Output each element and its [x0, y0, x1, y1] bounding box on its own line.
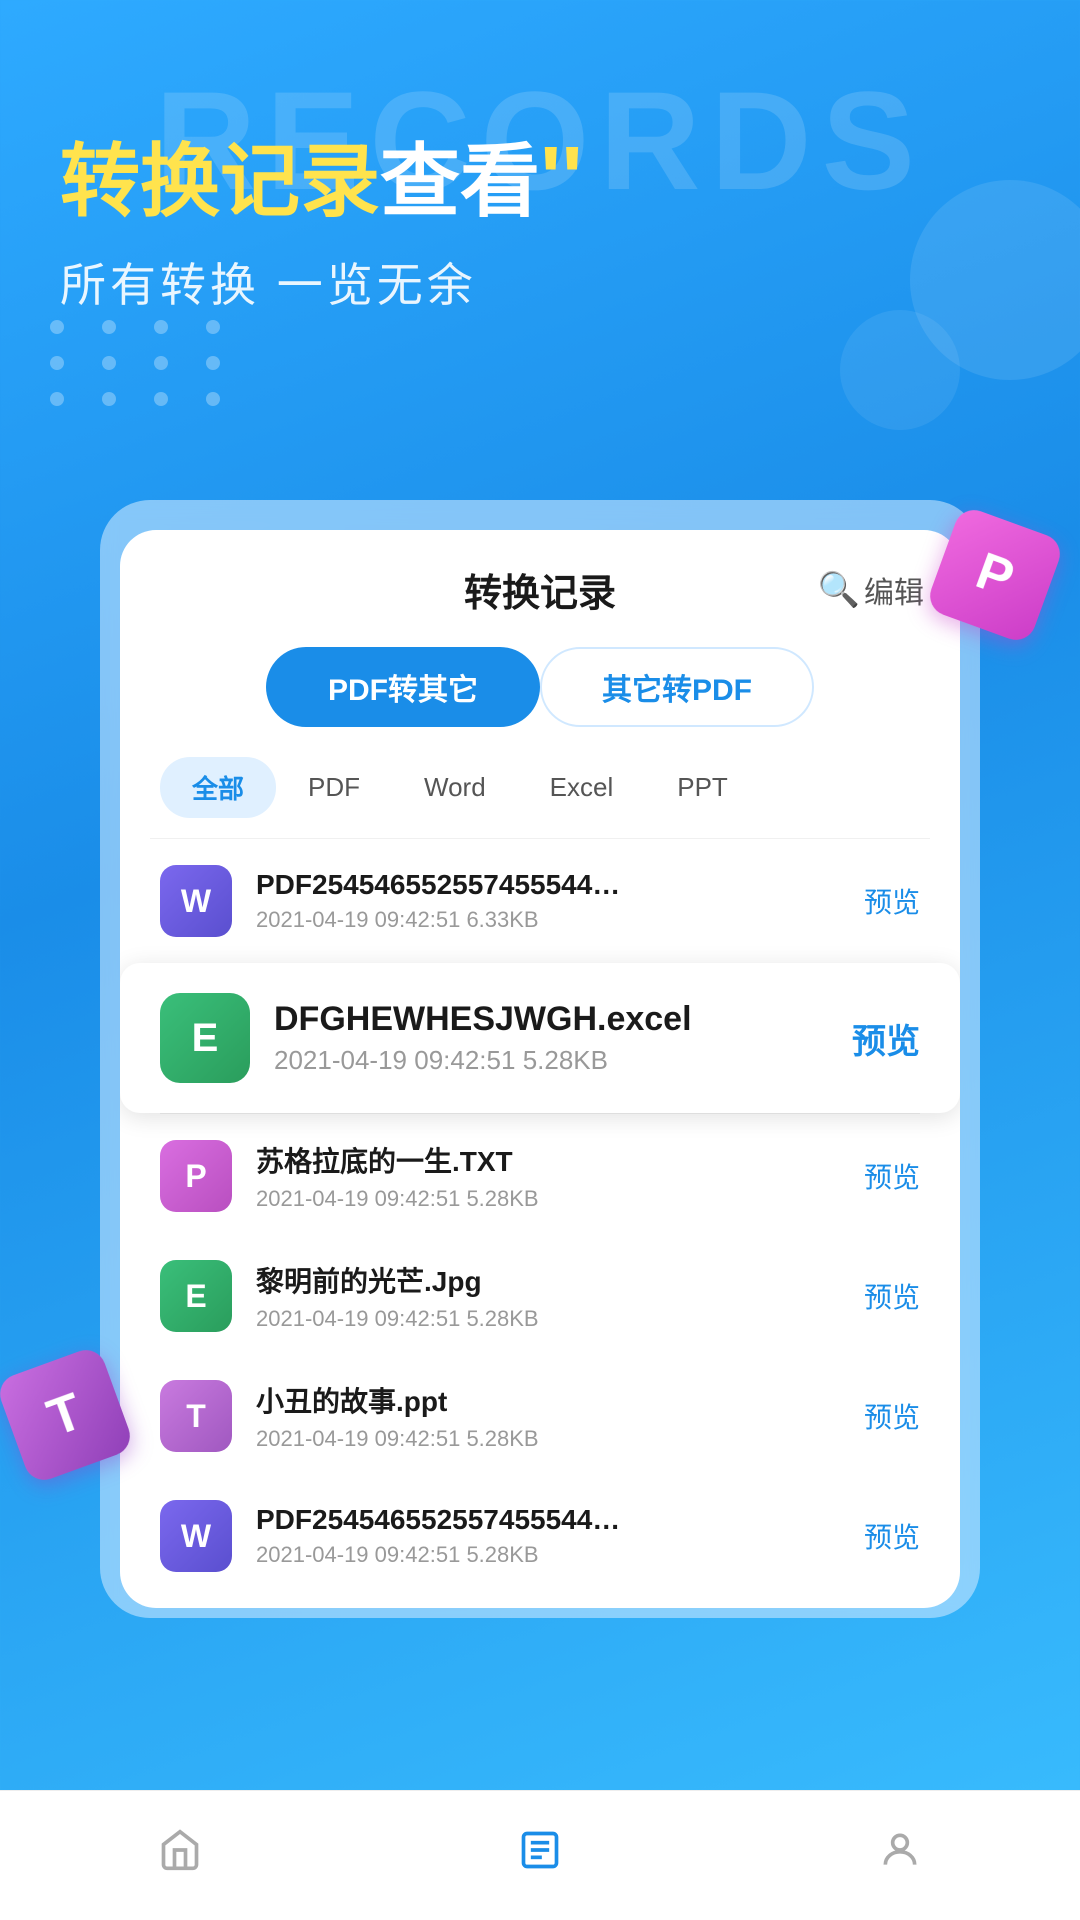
- title-white: 查看: [380, 137, 540, 226]
- phone-card-wrap: 转换记录 🔍 编辑 PDF转其它 其它转PDF 全部 PDF Word Exce…: [100, 500, 980, 1618]
- file-item-5[interactable]: T 小丑的故事.ppt 2021-04-19 09:42:51 5.28KB 预…: [130, 1358, 950, 1474]
- file-info-6: PDF254546552557455544… 2021-04-19 09:42:…: [256, 1504, 864, 1568]
- home-icon: [158, 1828, 202, 1883]
- file-info-2: DFGHEWHESJWGH.excel 2021-04-19 09:42:51 …: [274, 1000, 852, 1076]
- file-item-6[interactable]: W PDF254546552557455544… 2021-04-19 09:4…: [130, 1478, 950, 1594]
- preview-btn-4[interactable]: 预览: [864, 1276, 920, 1316]
- card-title: 转换记录: [464, 562, 616, 617]
- deco-circle-2: [840, 310, 960, 430]
- filter-row: 全部 PDF Word Excel PPT: [120, 747, 960, 838]
- file-icon-excel-2: E: [160, 993, 250, 1083]
- file-meta-1: 2021-04-19 09:42:51 6.33KB: [256, 907, 864, 933]
- filter-excel[interactable]: Excel: [518, 760, 646, 815]
- filter-pdf[interactable]: PDF: [276, 760, 392, 815]
- file-meta-3: 2021-04-19 09:42:51 5.28KB: [256, 1186, 864, 1212]
- file-icon-jpg-4: E: [160, 1260, 232, 1332]
- file-name-1: PDF254546552557455544…: [256, 869, 864, 901]
- file-name-2: DFGHEWHESJWGH.excel: [274, 1000, 852, 1039]
- records-icon: [518, 1828, 562, 1883]
- divider-top: [150, 838, 930, 839]
- file-item-3[interactable]: P 苏格拉底的一生.TXT 2021-04-19 09:42:51 5.28KB…: [130, 1118, 950, 1234]
- file-icon-ppt-5: T: [160, 1380, 232, 1452]
- file-name-3: 苏格拉底的一生.TXT: [256, 1140, 864, 1180]
- file-meta-4: 2021-04-19 09:42:51 5.28KB: [256, 1306, 864, 1332]
- header-area: 转换记录查看'' 所有转换 一览无余: [60, 130, 583, 315]
- file-info-4: 黎明前的光芒.Jpg 2021-04-19 09:42:51 5.28KB: [256, 1260, 864, 1332]
- phone-card: 转换记录 🔍 编辑 PDF转其它 其它转PDF 全部 PDF Word Exce…: [100, 500, 980, 1618]
- card-search-icon[interactable]: 🔍: [818, 570, 860, 610]
- preview-btn-6[interactable]: 预览: [864, 1516, 920, 1556]
- file-icon-word-6: W: [160, 1500, 232, 1572]
- tab-pdf-to-other[interactable]: PDF转其它: [266, 647, 540, 727]
- file-item-2[interactable]: E DFGHEWHESJWGH.excel 2021-04-19 09:42:5…: [120, 963, 960, 1113]
- filter-word[interactable]: Word: [392, 760, 518, 815]
- header-subtitle: 所有转换 一览无余: [60, 249, 583, 315]
- tab-row: PDF转其它 其它转PDF: [120, 637, 960, 747]
- file-info-3: 苏格拉底的一生.TXT 2021-04-19 09:42:51 5.28KB: [256, 1140, 864, 1212]
- file-meta-5: 2021-04-19 09:42:51 5.28KB: [256, 1426, 864, 1452]
- file-item-4[interactable]: E 黎明前的光芒.Jpg 2021-04-19 09:42:51 5.28KB …: [130, 1238, 950, 1354]
- file-info-5: 小丑的故事.ppt 2021-04-19 09:42:51 5.28KB: [256, 1380, 864, 1452]
- preview-btn-2[interactable]: 预览: [852, 1014, 920, 1063]
- card-header: 转换记录 🔍 编辑: [120, 530, 960, 637]
- card-inner: 转换记录 🔍 编辑 PDF转其它 其它转PDF 全部 PDF Word Exce…: [120, 530, 960, 1608]
- bottom-nav: [0, 1790, 1080, 1920]
- quote-mark: '': [540, 129, 583, 229]
- profile-icon: [878, 1828, 922, 1883]
- main-title: 转换记录查看'': [60, 130, 583, 229]
- dot-grid: [50, 320, 236, 406]
- preview-btn-5[interactable]: 预览: [864, 1396, 920, 1436]
- file-list: W PDF254546552557455544… 2021-04-19 09:4…: [120, 843, 960, 1594]
- nav-home[interactable]: [118, 1818, 242, 1893]
- filter-all[interactable]: 全部: [160, 757, 276, 818]
- divider-mid: [160, 1113, 920, 1114]
- file-info-1: PDF254546552557455544… 2021-04-19 09:42:…: [256, 869, 864, 933]
- file-meta-6: 2021-04-19 09:42:51 5.28KB: [256, 1542, 864, 1568]
- file-name-5: 小丑的故事.ppt: [256, 1380, 864, 1420]
- file-name-6: PDF254546552557455544…: [256, 1504, 864, 1536]
- preview-btn-1[interactable]: 预览: [864, 881, 920, 921]
- file-item-1[interactable]: W PDF254546552557455544… 2021-04-19 09:4…: [130, 843, 950, 959]
- filter-ppt[interactable]: PPT: [645, 760, 760, 815]
- nav-records[interactable]: [478, 1818, 602, 1893]
- file-name-4: 黎明前的光芒.Jpg: [256, 1260, 864, 1300]
- title-yellow: 转换记录: [60, 137, 380, 226]
- tab-other-to-pdf[interactable]: 其它转PDF: [540, 647, 814, 727]
- file-meta-2: 2021-04-19 09:42:51 5.28KB: [274, 1045, 852, 1076]
- nav-profile[interactable]: [838, 1818, 962, 1893]
- file-icon-txt-3: P: [160, 1140, 232, 1212]
- preview-btn-3[interactable]: 预览: [864, 1156, 920, 1196]
- file-icon-word-1: W: [160, 865, 232, 937]
- card-edit-button[interactable]: 编辑: [864, 568, 924, 612]
